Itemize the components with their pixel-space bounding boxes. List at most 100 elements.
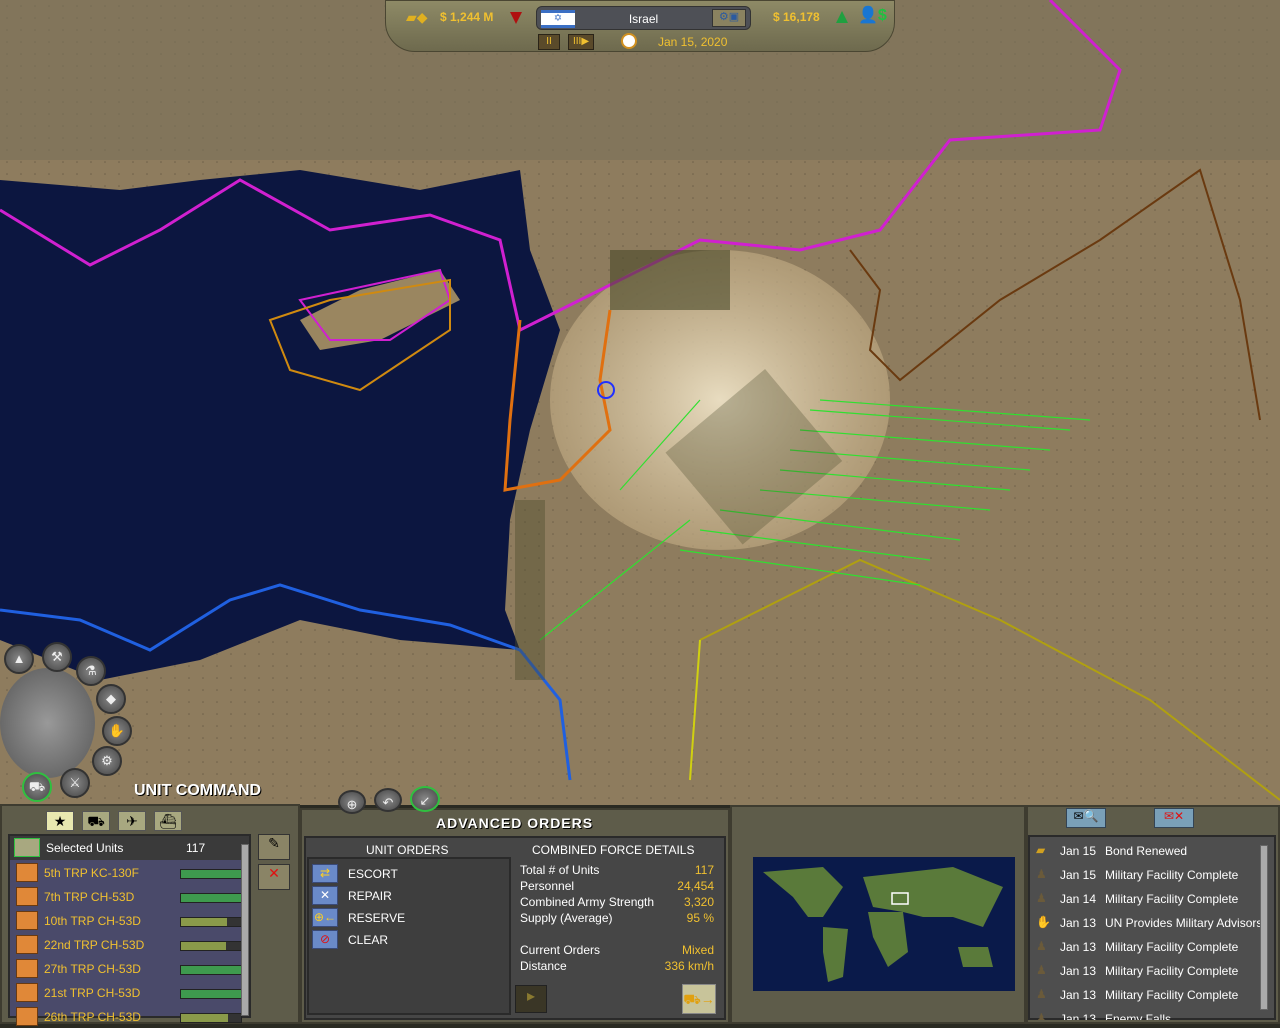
production-menu-icon[interactable]: ⚒ (42, 642, 72, 672)
unit-name: 10th TRP CH-53D (44, 914, 141, 928)
unit-strength-bar (180, 989, 242, 999)
unit-list[interactable]: Selected Units 117 5th TRP KC-130F 7th TR… (8, 834, 251, 1026)
send-orders-button[interactable]: ⛟→ (682, 984, 716, 1014)
unit-command-title: UNIT COMMAND (134, 782, 262, 799)
country-panel: ✡ Israel ⚙▣ (536, 6, 751, 30)
selected-units-icon (14, 838, 40, 857)
soldier-icon: ♟ (1036, 963, 1047, 977)
terrain-menu-icon[interactable]: ▲ (4, 644, 34, 674)
news-item[interactable]: ♟ Jan 15 Military Facility Complete (1036, 866, 1264, 888)
unit-name: 5th TRP KC-130F (44, 866, 139, 880)
transport-aircraft-icon (16, 983, 38, 1002)
clock-icon[interactable] (621, 33, 637, 49)
filter-all-star-icon[interactable]: ★ (46, 811, 74, 831)
edit-selected-units-button[interactable]: ✎ (258, 834, 290, 860)
unit-list-item[interactable]: 10th TRP CH-53D (16, 910, 242, 932)
unit-list-scrollbar[interactable] (241, 844, 249, 1016)
unit-strength-bar (180, 941, 242, 951)
main-menu-radial: ▲ ⚒ ⚗ ◆ ✋ ⚙ ⚔ ⛟ (0, 628, 140, 803)
combined-force-details-title: COMBINED FORCE DETAILS (532, 843, 695, 857)
finance-advisor-icon[interactable]: 👤$ (858, 5, 887, 25)
unit-name: 7th TRP CH-53D (44, 890, 135, 904)
news-item[interactable]: ▰ Jan 15 Bond Renewed (1036, 842, 1264, 864)
news-item[interactable]: ✋ Jan 13 UN Provides Military Advisors (1036, 914, 1264, 936)
unit-orders-list: ⇄ ESCORT ✕ REPAIR ⊕← RESERVE ⊘ CLEAR (307, 857, 511, 1015)
gold-icon: ▰ (1036, 843, 1046, 857)
soldier-icon: ♟ (1036, 987, 1047, 1001)
force-detail-row: Personnel 24,454 (520, 879, 714, 893)
unit-list-item[interactable]: 21st TRP CH-53D (16, 982, 242, 1004)
unit-name: 27th TRP CH-53D (44, 962, 141, 976)
filter-air-plane-icon[interactable]: ✈ (118, 811, 146, 831)
news-item[interactable]: ♟ Jan 13 Military Facility Complete (1036, 962, 1264, 984)
news-delete-mail-icon[interactable]: ✉✕ (1154, 808, 1194, 828)
soldier-icon: ♟ (1036, 867, 1047, 881)
transport-aircraft-icon (16, 911, 38, 930)
execute-orders-disabled-button[interactable]: ▸ (515, 985, 547, 1013)
target-orders-tab-icon[interactable]: ⊕ (338, 790, 366, 814)
top-status-bar: ▰◆ $ 1,244 M ✡ Israel ⚙▣ $ 16,178 👤$ II … (385, 0, 895, 52)
unit-list-item[interactable]: 7th TRP CH-53D (16, 886, 242, 908)
unit-strength-bar (180, 917, 242, 927)
news-item[interactable]: ♟ Jan 14 Military Facility Complete (1036, 890, 1264, 912)
world-map[interactable] (0, 0, 1280, 805)
return-orders-tab-icon[interactable]: ↶ (374, 788, 402, 812)
radial-hub (0, 668, 95, 778)
unit-list-item[interactable]: 27th TRP CH-53D (16, 958, 242, 980)
soldier-icon: ♟ (1036, 939, 1047, 953)
unit-name: 21st TRP CH-53D (44, 986, 141, 1000)
clear-prohibit-icon: ⊘ (312, 930, 338, 949)
unit-orders-title: UNIT ORDERS (366, 843, 449, 857)
news-search-mail-icon[interactable]: ✉🔍 (1066, 808, 1106, 828)
unit-name: 22nd TRP CH-53D (44, 938, 145, 952)
unit-strength-bar (180, 893, 242, 903)
repair-wrench-icon: ✕ (312, 886, 338, 905)
handshake-icon: ✋ (1036, 915, 1051, 929)
transport-aircraft-icon (16, 959, 38, 978)
selected-units-header: Selected Units 117 (10, 836, 249, 860)
remove-from-selection-button[interactable]: ✕ (258, 864, 290, 890)
gdp-per-capita-value: $ 16,178 (773, 10, 820, 24)
filter-land-tank-icon[interactable]: ⛟ (82, 811, 110, 831)
filter-naval-ship-icon[interactable]: ⛴ (154, 811, 182, 831)
treasury-trend-down-icon (510, 12, 522, 24)
force-detail-row: Supply (Average) 95 % (520, 911, 714, 925)
finance-menu-icon[interactable]: ◆ (96, 684, 126, 714)
unit-name: 26th TRP CH-53D (44, 1010, 141, 1024)
transport-aircraft-icon (16, 935, 38, 954)
news-item[interactable]: ♟ Jan 13 Military Facility Complete (1036, 938, 1264, 960)
force-detail-row: Total # of Units 117 (520, 863, 714, 877)
selected-units-count: 117 (186, 841, 206, 855)
unit-strength-bar (180, 965, 242, 975)
transport-aircraft-icon (16, 863, 38, 882)
unit-strength-bar (180, 869, 242, 879)
unit-list-item[interactable]: 26th TRP CH-53D (16, 1006, 242, 1028)
news-scrollbar[interactable] (1260, 845, 1268, 1010)
gdp-trend-up-icon (836, 11, 848, 23)
escort-icon: ⇄ (312, 864, 338, 883)
news-item[interactable]: ♟ Jan 13 Military Facility Complete (1036, 986, 1264, 1008)
soldier-icon: ♟ (1036, 891, 1047, 905)
treasury-gold-icon: ▰◆ (406, 9, 428, 25)
unit-command-menu-icon[interactable]: ⛟ (22, 772, 52, 802)
reserve-icon: ⊕← (312, 908, 338, 927)
world-minimap[interactable] (753, 857, 1015, 991)
transport-aircraft-icon (16, 1007, 38, 1026)
intelligence-menu-icon[interactable]: ⚙ (92, 746, 122, 776)
force-detail-row: Distance 336 km/h (520, 959, 714, 973)
research-menu-icon[interactable]: ⚗ (76, 656, 106, 686)
transport-aircraft-icon (16, 887, 38, 906)
unit-list-item[interactable]: 22nd TRP CH-53D (16, 934, 242, 956)
unit-list-item[interactable]: 5th TRP KC-130F (16, 862, 242, 884)
advanced-orders-title: ADVANCED ORDERS (436, 815, 594, 831)
soldier-icon: ♟ (1036, 1011, 1047, 1020)
pause-button[interactable]: II (538, 34, 560, 50)
news-item[interactable]: ♟ Jan 13 Enemy Falls (1036, 1010, 1264, 1020)
treasury-value: $ 1,244 M (440, 10, 494, 24)
diplomacy-menu-icon[interactable]: ✋ (102, 716, 132, 746)
unit-strength-bar (180, 1013, 242, 1023)
settings-computer-icon[interactable]: ⚙▣ (712, 9, 746, 27)
advanced-orders-tab-icon[interactable]: ↙ (410, 786, 440, 812)
build-menu-icon[interactable]: ⚔ (60, 768, 90, 798)
game-speed-button[interactable]: III▶ (568, 34, 594, 50)
